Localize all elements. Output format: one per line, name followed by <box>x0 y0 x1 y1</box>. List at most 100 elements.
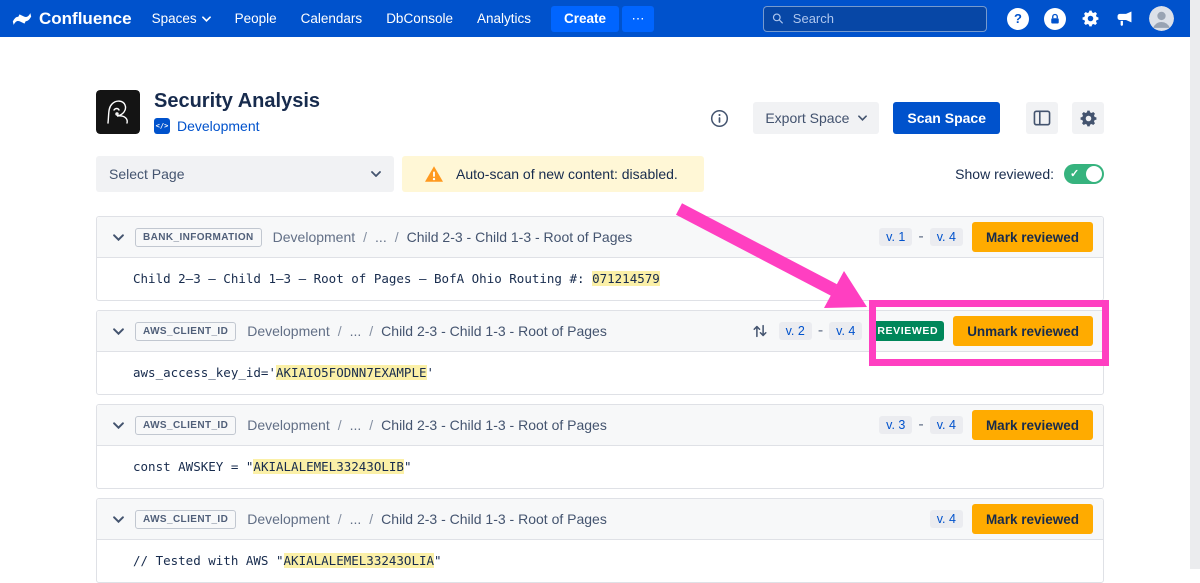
breadcrumb-item[interactable]: ... <box>350 417 362 433</box>
finding-actions: v. 2-v. 4 REVIEWED Unmark reviewed <box>752 316 1093 346</box>
code-space-icon: </> <box>154 118 170 134</box>
title-text: Security Analysis </> Development <box>154 90 320 134</box>
finding-header: AWS_CLIENT_ID Development /... / Child 2-3 … <box>97 311 1103 351</box>
sidebar-panel-button[interactable] <box>1026 102 1058 134</box>
chevron-down-icon[interactable] <box>113 516 124 523</box>
finding-actions: v. 1-v. 4 Mark reviewed <box>879 222 1093 252</box>
nav-more-button[interactable]: ⋯ <box>622 6 654 32</box>
nav-item-calendars[interactable]: Calendars <box>301 11 363 26</box>
breadcrumb-separator: / <box>363 229 367 245</box>
help-icon[interactable]: ? <box>1007 8 1029 30</box>
version-separator: - <box>818 322 823 340</box>
nav-item-spaces[interactable]: Spaces <box>152 11 211 26</box>
version-chip[interactable]: v. 2 <box>779 322 812 340</box>
version-chip[interactable]: v. 4 <box>930 510 963 528</box>
sensitive-value-highlight: AKIALALEMEL33243OLIB <box>253 459 404 474</box>
finding-header: AWS_CLIENT_ID Development/.../Child 2-3 … <box>97 405 1103 445</box>
findings-list: BANK_INFORMATION Development/.../Child 2… <box>96 216 1104 583</box>
version-chips: v. 3-v. 4 <box>879 416 963 434</box>
top-navbar: Confluence Spaces People Calendars DbCon… <box>0 0 1200 37</box>
lock-icon[interactable] <box>1044 8 1066 30</box>
sensitive-value-highlight: 071214579 <box>592 271 660 286</box>
gear-icon[interactable] <box>1081 9 1100 28</box>
megaphone-icon[interactable] <box>1115 10 1134 27</box>
panel-layout-icon <box>1033 110 1051 126</box>
export-space-button[interactable]: Export Space <box>753 102 879 134</box>
space-settings-button[interactable] <box>1072 102 1104 134</box>
breadcrumb: Development/.../Child 2-3 - Child 1-3 - … <box>273 229 633 245</box>
finding-card: BANK_INFORMATION Development/.../Child 2… <box>96 216 1104 301</box>
page-content: Security Analysis </> Development Export… <box>0 37 1200 583</box>
breadcrumb-item[interactable]: Child 2-3 - Child 1-3 - Root of Pages <box>381 511 607 527</box>
search-icon <box>772 12 784 25</box>
version-chip[interactable]: v. 1 <box>879 228 912 246</box>
breadcrumb-item[interactable]: Child 2-3 - Child 1-3 - Root of Pages <box>381 323 607 339</box>
brand-label: Confluence <box>39 9 132 29</box>
space-link[interactable]: Development <box>177 118 260 134</box>
breadcrumb-item[interactable]: Child 2-3 - Child 1-3 - Root of Pages <box>381 417 607 433</box>
avatar[interactable] <box>1149 6 1174 31</box>
warning-text: Auto-scan of new content: disabled. <box>456 166 678 182</box>
review-action-button[interactable]: Unmark reviewed <box>953 316 1093 346</box>
breadcrumb-item[interactable]: Development <box>247 323 330 339</box>
search-input[interactable] <box>791 10 978 27</box>
scrollbar-track <box>1190 0 1200 569</box>
space-avatar-icon <box>96 90 140 134</box>
code-text: const AWSKEY = " <box>133 459 253 474</box>
scan-space-button[interactable]: Scan Space <box>893 102 1000 134</box>
confluence-logo[interactable]: Confluence <box>12 9 132 29</box>
chevron-down-icon <box>202 16 211 22</box>
page-header: Security Analysis </> Development Export… <box>96 90 1104 134</box>
breadcrumb-item[interactable]: ... <box>375 229 387 245</box>
version-chip[interactable]: v. 4 <box>930 416 963 434</box>
space-title-block: Security Analysis </> Development <box>96 90 320 134</box>
review-action-button[interactable]: Mark reviewed <box>972 222 1093 252</box>
nav-item-analytics[interactable]: Analytics <box>477 11 531 26</box>
nav-item-people[interactable]: People <box>235 11 277 26</box>
select-page-dropdown[interactable]: Select Page <box>96 156 394 192</box>
info-icon[interactable] <box>710 109 729 128</box>
breadcrumb-separator: / <box>369 323 373 339</box>
finding-code: const AWSKEY = "AKIALALEMEL33243OLIB" <box>133 459 411 474</box>
diff-compare-icon[interactable] <box>752 323 768 339</box>
breadcrumb-item[interactable]: ... <box>350 511 362 527</box>
space-link-row: </> Development <box>154 118 320 134</box>
code-text: " <box>404 459 412 474</box>
finding-card: AWS_CLIENT_ID Development/.../Child 2-3 … <box>96 498 1104 583</box>
breadcrumb-separator: / <box>338 417 342 433</box>
nav-menu: Spaces People Calendars DbConsole Analyt… <box>152 11 531 26</box>
breadcrumb-separator: / <box>338 323 342 339</box>
autoscan-warning-banner: Auto-scan of new content: disabled. <box>402 156 704 192</box>
finding-actions: v. 3-v. 4 Mark reviewed <box>879 410 1093 440</box>
version-separator: - <box>918 228 923 246</box>
breadcrumb-item[interactable]: Development <box>273 229 356 245</box>
toggle-check-icon: ✓ <box>1070 167 1079 180</box>
code-text: Child 2–3 – Child 1–3 – Root of Pages – … <box>133 271 592 286</box>
review-action-button[interactable]: Mark reviewed <box>972 410 1093 440</box>
code-text: ' <box>427 365 435 380</box>
finding-type-badge: AWS_CLIENT_ID <box>135 322 236 341</box>
chevron-down-icon[interactable] <box>113 422 124 429</box>
breadcrumb-item[interactable]: Development <box>247 511 330 527</box>
confluence-mark-icon <box>12 9 32 29</box>
select-page-label: Select Page <box>109 166 185 182</box>
finding-code: aws_access_key_id='AKIAIO5FODNN7EXAMPLE' <box>133 365 434 380</box>
create-button[interactable]: Create <box>551 6 619 32</box>
version-chip[interactable]: v. 4 <box>829 322 862 340</box>
version-chips: v. 2-v. 4 <box>779 322 863 340</box>
chevron-down-icon[interactable] <box>113 234 124 241</box>
chevron-down-icon <box>371 171 381 177</box>
version-chip[interactable]: v. 3 <box>879 416 912 434</box>
breadcrumb: Development /... / Child 2-3 - Child 1-3 - … <box>247 323 607 339</box>
show-reviewed-toggle[interactable]: ✓ <box>1064 164 1104 184</box>
review-action-button[interactable]: Mark reviewed <box>972 504 1093 534</box>
breadcrumb-item[interactable]: ... <box>350 323 362 339</box>
chevron-down-icon[interactable] <box>113 328 124 335</box>
version-chip[interactable]: v. 4 <box>930 228 963 246</box>
finding-header: AWS_CLIENT_ID Development/.../Child 2-3 … <box>97 499 1103 539</box>
breadcrumb-item[interactable]: Child 2-3 - Child 1-3 - Root of Pages <box>407 229 633 245</box>
finding-actions: v. 4 Mark reviewed <box>930 504 1093 534</box>
breadcrumb-item[interactable]: Development <box>247 417 330 433</box>
nav-item-dbconsole[interactable]: DbConsole <box>386 11 453 26</box>
export-space-label: Export Space <box>765 110 849 126</box>
